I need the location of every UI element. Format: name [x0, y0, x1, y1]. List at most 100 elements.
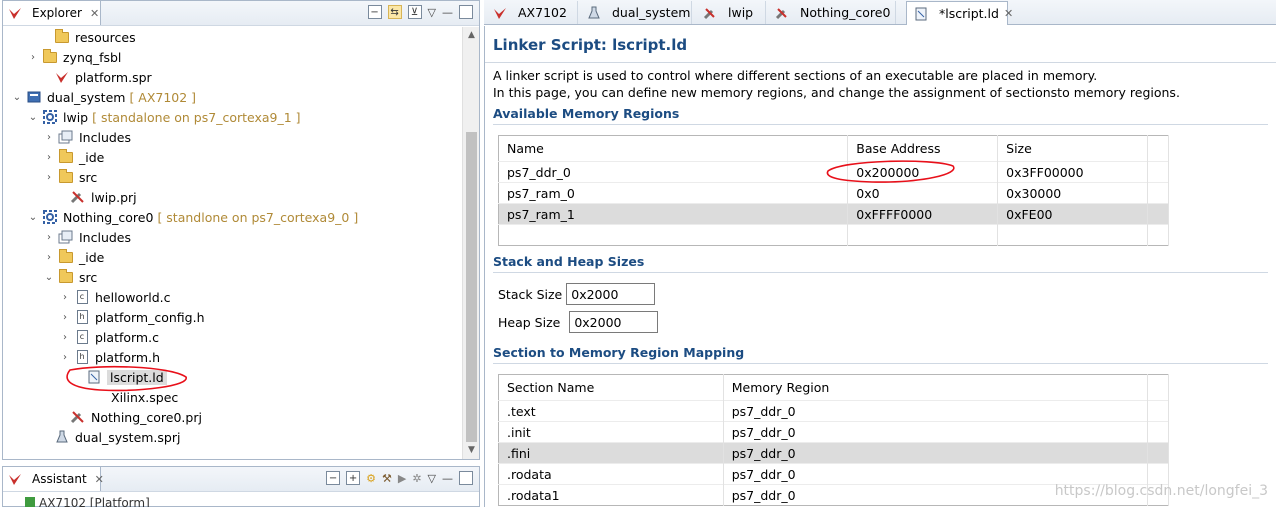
close-icon[interactable]: ✕ [95, 473, 104, 486]
expand-chevron-icon[interactable]: › [59, 332, 71, 343]
expand-chevron-icon[interactable]: › [43, 172, 55, 183]
tree-item-platform-h[interactable]: › h platform.h [59, 347, 160, 367]
stack-size-input[interactable] [566, 283, 656, 305]
maximize-icon[interactable] [459, 5, 473, 19]
cell-memory-region[interactable]: ps7_ddr_0 [723, 400, 1149, 422]
cell-name[interactable]: ps7_ddr_0 [498, 161, 849, 183]
assistant-item[interactable]: AX7102 [Platform] [25, 497, 150, 507]
link-with-editor-icon[interactable]: ⇆ [387, 5, 402, 19]
scroll-down-icon[interactable]: ▼ [463, 442, 480, 459]
tab-dual-system[interactable]: dual_system [580, 1, 692, 24]
cell-base-address[interactable]: 0x0 [847, 182, 999, 204]
tree-item-lwip[interactable]: ⌄ lwip[ standalone on ps7_cortexa9_1 ] [27, 107, 301, 127]
tab-lwip[interactable]: lwip [696, 1, 766, 24]
collapse-chevron-icon[interactable]: ⌄ [27, 112, 39, 123]
tree-item-nothing-core0[interactable]: ⌄ Nothing_core0[ standlone on ps7_cortexa… [27, 207, 358, 227]
view-menu-icon[interactable]: ▽ [428, 6, 436, 19]
prj-file-icon [70, 189, 86, 205]
table-row[interactable]: .text ps7_ddr_0 [498, 400, 1169, 422]
tree-item-includes[interactable]: › Includes [43, 227, 131, 247]
column-header-name[interactable]: Name [498, 135, 849, 162]
tab-lscript-ld[interactable]: *lscript.ld ✕ [906, 1, 1013, 25]
debug-bug-icon[interactable]: ✲ [412, 472, 421, 485]
expand-chevron-icon[interactable]: › [59, 292, 71, 303]
column-header-base-address[interactable]: Base Address [847, 135, 999, 162]
tree-item-src[interactable]: ⌄ src [43, 267, 97, 287]
tree-item-src[interactable]: › src [43, 167, 97, 187]
table-row-selected[interactable]: .fini ps7_ddr_0 [498, 442, 1169, 464]
tab-ax7102[interactable]: AX7102 [486, 1, 578, 24]
tree-item-dual-system[interactable]: ⌄ dual_system[ AX7102 ] [11, 87, 196, 107]
cell-size[interactable]: 0xFE00 [997, 203, 1148, 225]
expand-chevron-icon[interactable]: › [43, 232, 55, 243]
maximize-icon[interactable] [459, 471, 473, 485]
cell-size[interactable]: 0x30000 [997, 182, 1148, 204]
expand-chevron-icon[interactable]: › [43, 132, 55, 143]
cell-memory-region[interactable]: ps7_ddr_0 [723, 442, 1149, 464]
table-row[interactable]: ps7_ram_0 0x0 0x30000 [498, 182, 1170, 204]
tree-item-platform-config-h[interactable]: › h platform_config.h [59, 307, 205, 327]
minimize-icon[interactable]: — [442, 6, 453, 19]
tree-item-platform-spr[interactable]: platform.spr [39, 67, 152, 87]
cell-section-name[interactable]: .text [498, 400, 724, 422]
tree-item-resources[interactable]: resources [39, 27, 136, 47]
tree-item-helloworld-c[interactable]: › c helloworld.c [59, 287, 170, 307]
build-hammer-icon[interactable]: ⚒ [382, 472, 392, 485]
expand-chevron-icon[interactable]: › [59, 312, 71, 323]
settings-gear-icon[interactable]: ⚙ [366, 472, 376, 485]
cell-memory-region[interactable]: ps7_ddr_0 [723, 421, 1149, 443]
expand-icon[interactable]: + [346, 471, 361, 485]
cell-section-name[interactable]: .rodata [498, 463, 724, 485]
collapse-chevron-icon[interactable]: ⌄ [11, 92, 23, 103]
view-menu-icon[interactable]: ▽ [428, 472, 436, 485]
expand-chevron-icon[interactable]: › [43, 252, 55, 263]
cell-size[interactable]: 0x3FF00000 [997, 161, 1148, 183]
tree-item-includes[interactable]: › Includes [43, 127, 131, 147]
scroll-up-icon[interactable]: ▲ [463, 27, 480, 44]
cell-base-address[interactable]: 0xFFFF0000 [847, 203, 999, 225]
tree-item-lscript-ld[interactable]: lscript.ld [71, 367, 167, 387]
assistant-tab[interactable]: Assistant ✕ [3, 467, 104, 491]
tree-item-ide[interactable]: › _ide [43, 147, 104, 167]
cell-memory-region[interactable]: ps7_ddr_0 [723, 463, 1149, 485]
heap-size-input[interactable] [569, 311, 659, 333]
table-row-selected[interactable]: ps7_ram_1 0xFFFF0000 0xFE00 [498, 203, 1170, 225]
collapse-chevron-icon[interactable]: ⌄ [43, 272, 55, 283]
collapse-chevron-icon[interactable]: ⌄ [27, 212, 39, 223]
close-icon[interactable]: ✕ [1004, 7, 1013, 20]
collapse-all-icon[interactable]: − [367, 5, 382, 19]
cell-section-name[interactable]: .fini [498, 442, 724, 464]
scrollbar-thumb[interactable] [466, 132, 477, 442]
cell-base-address[interactable]: 0x200000 [847, 161, 999, 183]
description-line-2: In this page, you can define new memory … [493, 85, 1180, 100]
includes-icon [58, 129, 74, 145]
expand-chevron-icon[interactable]: › [27, 52, 39, 63]
table-row[interactable]: .rodata ps7_ddr_0 [498, 463, 1169, 485]
run-icon[interactable]: ▶ [398, 472, 406, 485]
tree-item-ide[interactable]: › _ide [43, 247, 104, 267]
expand-chevron-icon[interactable]: › [59, 352, 71, 363]
tab-nothing-core0[interactable]: Nothing_core0 [768, 1, 896, 24]
tree-item-xilinx-spec[interactable]: Xilinx.spec [75, 387, 178, 407]
explorer-tab[interactable]: Explorer ✕ [3, 1, 101, 25]
cell-section-name[interactable]: .init [498, 421, 724, 443]
column-header-size[interactable]: Size [997, 135, 1148, 162]
tree-item-dual-system-sprj[interactable]: dual_system.sprj [39, 427, 180, 447]
cell-name[interactable]: ps7_ram_1 [498, 203, 849, 225]
expand-chevron-icon[interactable]: › [43, 152, 55, 163]
cell-name[interactable]: ps7_ram_0 [498, 182, 849, 204]
tree-item-zynq-fsbl[interactable]: › zynq_fsbl [27, 47, 121, 67]
filter-icon[interactable]: ⊻ [407, 5, 422, 19]
column-header-section-name[interactable]: Section Name [498, 374, 724, 401]
minimize-icon[interactable]: — [442, 472, 453, 485]
column-header-memory-region[interactable]: Memory Region [723, 374, 1149, 401]
tree-item-lwip-prj[interactable]: lwip.prj [55, 187, 137, 207]
tree-item-platform-c[interactable]: › c platform.c [59, 327, 159, 347]
collapse-icon[interactable]: − [326, 471, 341, 485]
table-row[interactable]: ps7_ddr_0 0x200000 0x3FF00000 [498, 161, 1170, 183]
explorer-scrollbar[interactable]: ▲ ▼ [462, 27, 479, 459]
tree-item-nothing-core0-prj[interactable]: Nothing_core0.prj [55, 407, 202, 427]
table-row[interactable]: .init ps7_ddr_0 [498, 421, 1169, 443]
close-icon[interactable]: ✕ [90, 7, 99, 20]
cell-section-name[interactable]: .rodata1 [498, 484, 724, 506]
